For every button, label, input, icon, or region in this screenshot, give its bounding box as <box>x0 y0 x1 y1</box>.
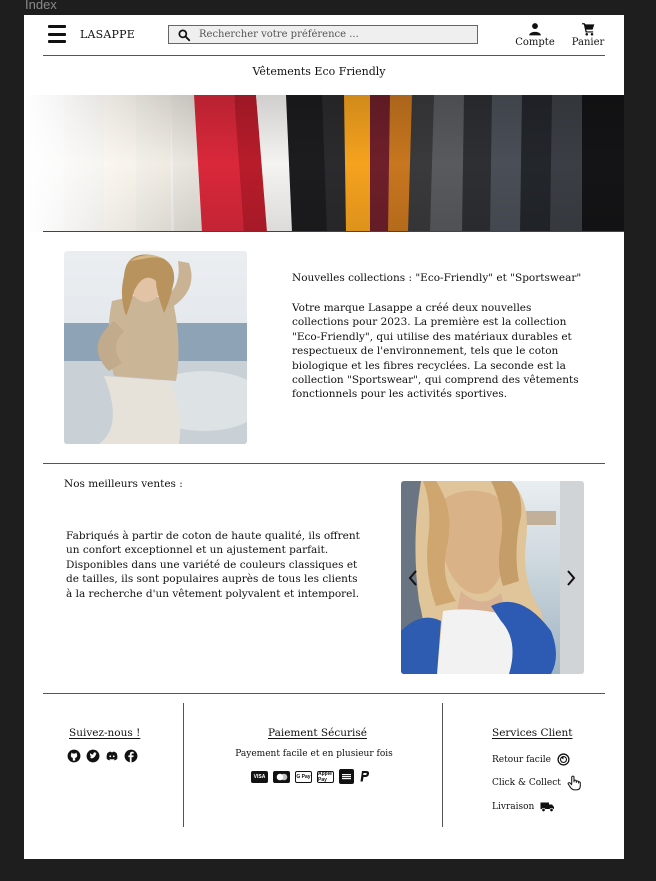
search-bar <box>168 25 478 44</box>
services-title: Services Client <box>492 727 573 739</box>
collection-model-image <box>64 251 247 444</box>
collections-title: Nouvelles collections : "Eco-Friendly" e… <box>292 272 582 284</box>
visa-icon: VISA <box>251 770 268 783</box>
account-label: Compte <box>515 37 555 48</box>
cart-button[interactable]: Panier <box>567 22 609 48</box>
service-label: Livraison <box>492 802 535 812</box>
bestsellers-description: Fabriqués à partir de coton de haute qua… <box>66 530 360 600</box>
payment-subtitle: Payement facile et en plusieur fois <box>235 749 393 759</box>
service-label: Click & Collect <box>492 778 561 788</box>
tagline: Vêtements Eco Friendly <box>252 65 386 78</box>
bestsellers-divider <box>43 693 605 694</box>
page: LASAPPE Compte Panier Vêtements Eco F <box>24 15 624 859</box>
user-icon <box>529 23 541 36</box>
discord-icon[interactable] <box>105 749 119 763</box>
search-icon[interactable] <box>177 28 191 42</box>
service-delivery[interactable]: Livraison <box>492 801 555 813</box>
cart-label: Panier <box>571 37 605 48</box>
footer-divider-right <box>442 703 443 827</box>
search-input[interactable] <box>199 29 469 40</box>
frame-label: Index <box>25 0 57 12</box>
paypal-icon <box>360 771 370 782</box>
carousel-model-image <box>401 481 584 674</box>
payment-methods: VISA G Pay Apple Pay <box>251 769 371 784</box>
service-easy-return[interactable]: Retour facile <box>492 753 570 766</box>
apple-pay-icon: Apple Pay <box>317 770 334 783</box>
follow-title: Suivez-nous ! <box>69 727 141 739</box>
amex-icon <box>339 769 354 784</box>
hero-divider <box>43 231 624 232</box>
twitter-icon[interactable] <box>86 749 100 763</box>
account-button[interactable]: Compte <box>513 22 557 48</box>
menu-icon[interactable] <box>48 25 66 43</box>
carousel-next-icon[interactable] <box>563 567 579 589</box>
mastercard-icon <box>273 770 290 783</box>
facebook-icon[interactable] <box>124 749 138 763</box>
bestsellers-title: Nos meilleurs ventes : <box>64 478 183 490</box>
carousel-prev-icon[interactable] <box>405 567 421 589</box>
collections-divider <box>43 463 605 464</box>
cart-icon <box>581 23 594 36</box>
collections-description: Votre marque Lasappe a créé deux nouvell… <box>292 302 579 401</box>
hero-clothes-rack-image <box>24 95 624 232</box>
bestsellers-carousel <box>401 481 584 674</box>
header: LASAPPE Compte Panier <box>24 15 624 55</box>
header-divider <box>43 55 605 56</box>
truck-icon <box>540 802 555 812</box>
return-icon <box>557 753 570 766</box>
google-pay-icon: G Pay <box>295 770 312 783</box>
brand-name[interactable]: LASAPPE <box>80 28 135 41</box>
github-icon[interactable] <box>67 749 81 763</box>
footer-divider-left <box>183 703 184 827</box>
service-label: Retour facile <box>492 754 551 765</box>
payment-title: Paiement Sécurisé <box>268 727 367 739</box>
service-click-collect[interactable]: Click & Collect <box>492 775 581 791</box>
hand-pointer-icon <box>567 775 581 791</box>
social-links <box>67 749 138 763</box>
